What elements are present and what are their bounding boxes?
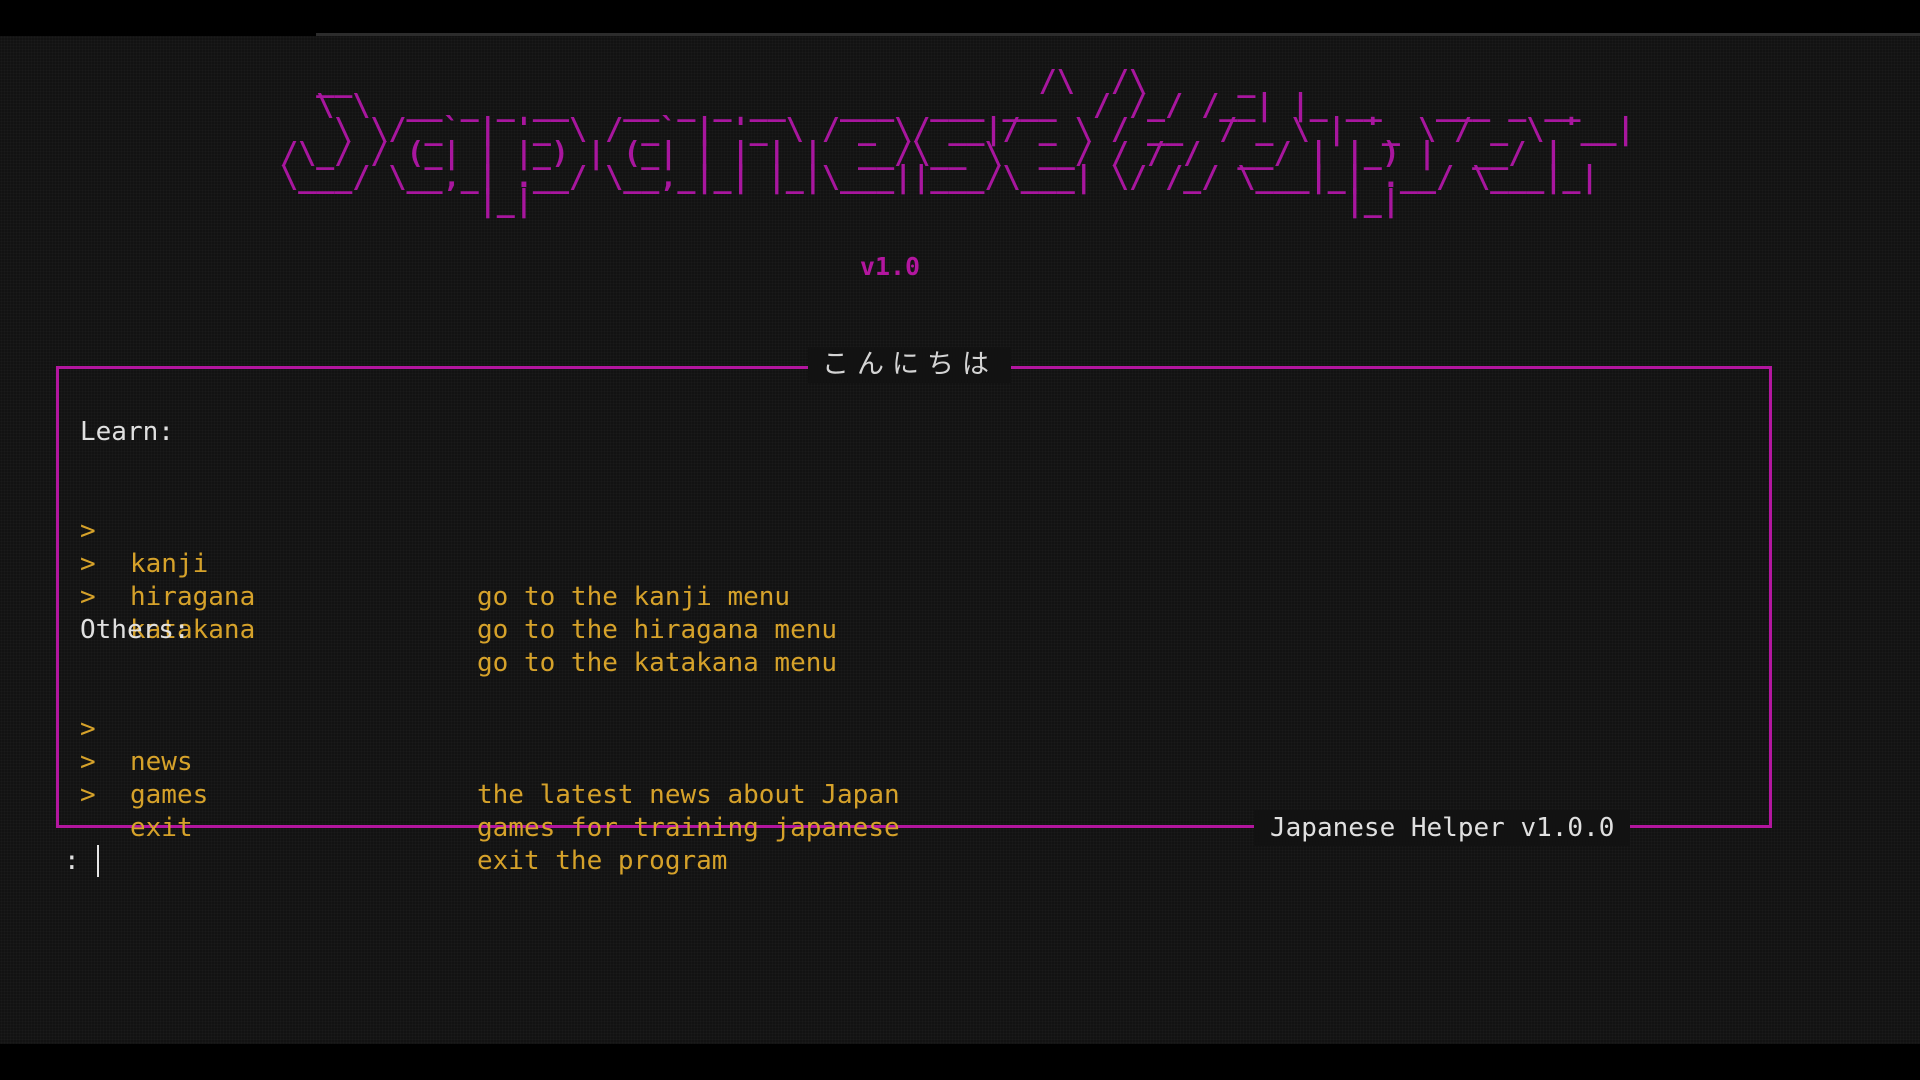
menu-item-hiragana[interactable]: > hiragana go to the hiragana menu	[80, 515, 837, 645]
window-top-bar	[0, 0, 1920, 33]
ascii-logo: __ /\ /\ _ \ \ __ _ _ __ __ _ _ __ ___ _…	[280, 64, 1635, 219]
menu-box	[56, 366, 1772, 828]
others-section-header: Others:	[80, 615, 190, 645]
menu-item-katakana[interactable]: > katakana go to the katakana menu	[80, 548, 837, 678]
arrow-icon: >	[80, 582, 96, 612]
command-news: news	[130, 747, 193, 777]
description-games: games for training japanese	[477, 813, 900, 843]
learn-section-header: Learn:	[80, 417, 174, 447]
logo-version: v1.0	[859, 252, 921, 281]
description-exit: exit the program	[477, 846, 728, 876]
arrow-icon: >	[80, 780, 96, 810]
command-kanji: kanji	[130, 549, 209, 579]
command-exit: exit	[130, 813, 193, 843]
menu-item-news[interactable]: > news the latest news about Japan	[80, 680, 900, 810]
menu-item-kanji[interactable]: > kanji go to the kanji menu	[80, 482, 790, 612]
window-bottom-bar	[0, 1044, 1920, 1080]
menu-item-exit[interactable]: > exit exit the program	[80, 746, 727, 876]
menu-item-games[interactable]: > games games for training japanese	[80, 713, 900, 843]
description-katakana: go to the katakana menu	[477, 648, 838, 678]
text-cursor[interactable]	[97, 845, 99, 877]
menu-box-title: こんにちは	[808, 347, 1011, 383]
command-hiragana: hiragana	[130, 582, 256, 612]
description-news: the latest news about Japan	[477, 780, 900, 810]
command-prompt: :	[64, 846, 80, 876]
menu-box-footer: Japanese Helper v1.0.0	[1254, 810, 1631, 846]
description-hiragana: go to the hiragana menu	[477, 615, 838, 645]
command-games: games	[130, 780, 209, 810]
description-kanji: go to the kanji menu	[477, 582, 791, 612]
